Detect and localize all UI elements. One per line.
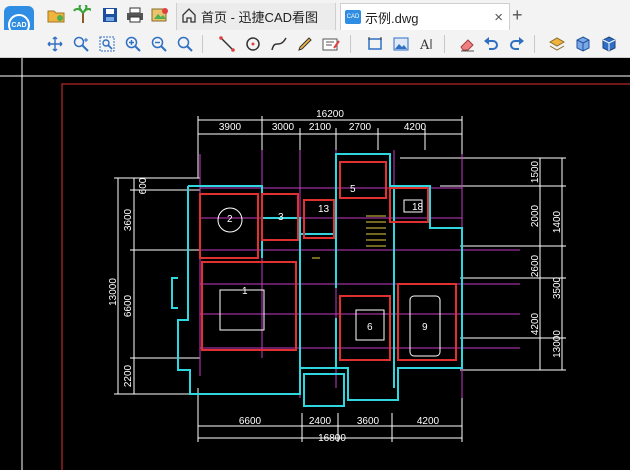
right-dimension [400, 157, 566, 371]
toolbar-separator [444, 35, 445, 53]
dwg-file-icon: CAD [345, 10, 361, 24]
dim-left: 6600 [123, 294, 134, 317]
room-label: 1 [242, 286, 248, 297]
dim-top: 2100 [309, 122, 332, 133]
dim-left: 2200 [123, 364, 134, 387]
dim-top: 2700 [349, 122, 372, 133]
dim-left: 3600 [123, 208, 134, 231]
cube-3d-icon[interactable] [600, 35, 618, 53]
border-red [61, 83, 630, 470]
redo-icon[interactable] [508, 35, 526, 53]
floor-plan-drawing: 16200 3900 3000 2100 2700 4200 6600 2400… [0, 58, 630, 470]
cube-icon[interactable] [574, 35, 592, 53]
new-tab-icon[interactable]: + [512, 5, 523, 26]
zoom-window-icon[interactable] [98, 35, 116, 53]
dim-bottom: 4200 [417, 416, 440, 427]
dim-bottom: 6600 [239, 416, 262, 427]
open-folder-icon[interactable] [47, 6, 65, 24]
tab-bar: CAD 首页 - 迅捷CAD看图 CAD 示例.dwg × + [0, 0, 630, 44]
text-icon[interactable]: A [418, 35, 436, 53]
dim-bottom: 2400 [309, 416, 332, 427]
line-icon[interactable] [218, 35, 236, 53]
polyline-icon[interactable] [270, 35, 288, 53]
image-icon[interactable] [392, 35, 410, 53]
close-tab-icon[interactable]: × [494, 9, 503, 26]
layer-icon[interactable] [548, 35, 566, 53]
tab-file[interactable]: CAD 示例.dwg × [340, 3, 510, 30]
dim-right-b: 3500 [552, 276, 563, 299]
room-label: 3 [278, 212, 284, 223]
dim-top: 3000 [272, 122, 295, 133]
palm-tree-icon[interactable] [73, 5, 91, 23]
toolbar-separator [534, 35, 535, 53]
dim-top: 3900 [219, 122, 242, 133]
dim-bottom-total: 16800 [318, 433, 346, 444]
tab-home[interactable]: 首页 - 迅捷CAD看图 [176, 3, 336, 30]
tab-file-label: 示例.dwg [365, 10, 419, 26]
zoom-realtime-icon[interactable] [72, 35, 90, 53]
dim-right-b: 1400 [552, 210, 563, 233]
dim-right: 4200 [530, 312, 541, 335]
eraser-icon[interactable] [458, 35, 476, 53]
dim-top-total: 16200 [316, 109, 344, 120]
pan-icon[interactable] [46, 35, 64, 53]
room-label: 13 [318, 204, 330, 215]
undo-icon[interactable] [482, 35, 500, 53]
home-icon [181, 7, 197, 26]
dim-bottom: 3600 [357, 416, 380, 427]
svg-text:A: A [419, 38, 430, 52]
dim-right: 2600 [530, 254, 541, 277]
dim-left-total: 13000 [108, 278, 119, 306]
zoom-in-icon[interactable] [124, 35, 142, 53]
room-label: 5 [350, 184, 356, 195]
save-icon[interactable] [101, 6, 119, 24]
dim-left: 600 [138, 177, 149, 194]
zoom-out-icon[interactable] [150, 35, 168, 53]
measure-area-icon[interactable] [366, 35, 384, 53]
toolbar-separator [350, 35, 351, 53]
room-label: 18 [412, 202, 424, 213]
drawing-canvas[interactable]: 16200 3900 3000 2100 2700 4200 6600 2400… [0, 58, 630, 470]
text-edit-icon[interactable] [322, 35, 340, 53]
dim-right: 2000 [530, 204, 541, 227]
print-icon[interactable] [126, 6, 144, 24]
toolbar-separator [202, 35, 203, 53]
room-label: 2 [227, 214, 233, 225]
dim-right: 1500 [530, 160, 541, 183]
walls-cyan [171, 153, 463, 407]
pen-icon[interactable] [296, 35, 314, 53]
dim-top: 4200 [404, 122, 427, 133]
room-label: 6 [367, 322, 373, 333]
dim-right-total: 13000 [552, 330, 563, 358]
zoom-extents-icon[interactable] [176, 35, 194, 53]
export-image-icon[interactable] [151, 6, 169, 24]
circle-icon[interactable] [244, 35, 262, 53]
toolbar: A [0, 30, 630, 58]
room-label: 9 [422, 322, 428, 333]
furniture [217, 199, 441, 357]
tab-home-label: 首页 - 迅捷CAD看图 [201, 10, 319, 25]
